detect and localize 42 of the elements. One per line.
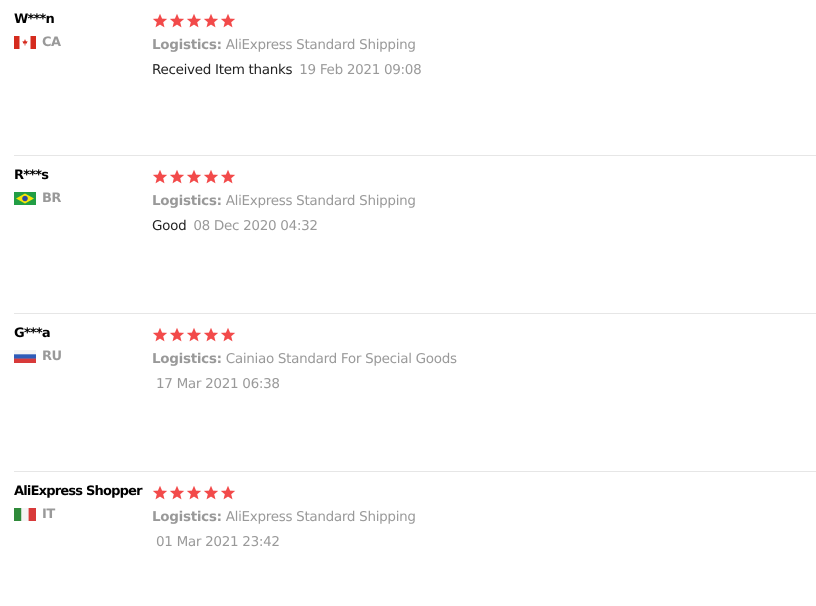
review-date: 17 Mar 2021 06:38 <box>155 376 280 392</box>
logistics-info: Logistics: Cainiao Standard For Special Goods <box>152 351 457 367</box>
star-icon <box>152 13 168 29</box>
star-icon <box>220 169 236 185</box>
reviewer-name: W***n <box>14 12 55 27</box>
logistics-info: Logistics: AliExpress Standard Shipping <box>152 37 417 53</box>
reviewer-name: G***a <box>14 326 51 341</box>
star-icon <box>152 327 168 343</box>
star-icon <box>203 13 219 29</box>
review-date: 08 Dec 2020 04:32 <box>193 218 318 234</box>
flag-icon <box>14 36 36 49</box>
star-icon <box>169 169 185 185</box>
country-code: RU <box>42 349 62 364</box>
review-date: 19 Feb 2021 09:08 <box>299 62 422 78</box>
star-icon <box>152 169 168 185</box>
star-icon <box>220 13 236 29</box>
logistics-info: Logistics: AliExpress Standard Shipping <box>152 193 416 209</box>
flag-icon <box>14 192 36 205</box>
logistics-info: Logistics: AliExpress Standard Shipping <box>152 509 416 525</box>
star-icon <box>186 485 202 501</box>
country-code: IT <box>42 507 55 522</box>
review-text: Received Item thanks <box>152 62 292 78</box>
flag-icon <box>14 508 36 521</box>
review-text: Good <box>152 218 186 234</box>
reviewer-name: R***s <box>14 168 50 183</box>
review-date: 01 Mar 2021 23:42 <box>155 534 280 550</box>
star-icon <box>220 485 236 501</box>
star-icon <box>203 169 219 185</box>
star-icon <box>169 485 185 501</box>
star-icon <box>203 327 219 343</box>
star-icon <box>186 327 202 343</box>
star-icon <box>152 485 168 501</box>
star-icon <box>186 13 202 29</box>
star-icon <box>186 169 202 185</box>
reviewer-name: AliExpress Shopper <box>14 484 144 499</box>
star-icon <box>169 327 185 343</box>
star-icon <box>220 327 236 343</box>
star-icon <box>169 13 185 29</box>
star-icon <box>203 485 219 501</box>
country-code: BR <box>42 191 61 206</box>
flag-icon <box>14 350 36 363</box>
country-code: CA <box>42 35 61 50</box>
